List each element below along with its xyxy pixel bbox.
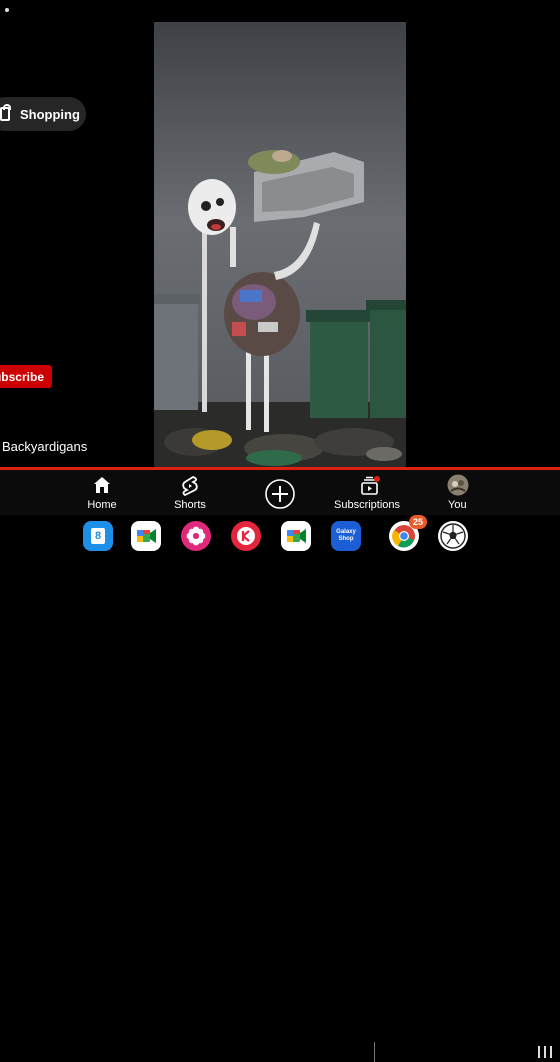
nav-subscriptions[interactable]: Subscriptions <box>334 470 404 515</box>
create-icon <box>265 479 295 509</box>
channel-name[interactable]: Backyardigans <box>2 439 87 454</box>
meet-app-icon[interactable] <box>131 521 161 551</box>
shorts-icon <box>182 476 198 496</box>
recent-apps-button[interactable] <box>538 1046 554 1058</box>
home-icon <box>94 477 110 493</box>
subscribe-button[interactable]: Subscribe <box>0 365 52 388</box>
status-indicator <box>5 8 9 12</box>
notification-dot <box>374 476 380 482</box>
soccer-app-icon[interactable] <box>438 521 468 551</box>
flower-icon <box>186 526 206 546</box>
video-player[interactable] <box>154 22 406 468</box>
video-camera-icon <box>287 529 306 543</box>
video-camera-icon <box>137 529 156 543</box>
nav-label-home: Home <box>87 499 117 511</box>
bottom-navigation: Home Shorts Subscriptions You <box>0 470 560 515</box>
nav-label-you: You <box>448 499 467 511</box>
dock-divider <box>374 1042 375 1062</box>
gallery-app-icon[interactable] <box>181 521 211 551</box>
nav-label-shorts: Shorts <box>174 499 206 511</box>
chrome-app-icon[interactable]: 25 <box>389 515 427 551</box>
nav-label-subscriptions: Subscriptions <box>334 499 401 511</box>
shopping-label: Shopping <box>20 106 80 122</box>
nav-shorts[interactable]: Shorts <box>170 470 210 515</box>
galaxy-shop-label: Galaxy Shop <box>336 529 356 542</box>
shopping-bag-icon <box>0 104 11 121</box>
avatar <box>447 474 469 496</box>
nav-home[interactable]: Home <box>82 470 122 515</box>
kinemaster-icon <box>237 527 255 545</box>
nav-create[interactable] <box>262 470 298 515</box>
soccer-ball-icon <box>440 523 466 549</box>
video-frame <box>154 22 406 468</box>
subscribe-label: Subscribe <box>0 369 44 384</box>
meet-app-2-icon[interactable] <box>281 521 311 551</box>
subscriptions-icon <box>361 476 380 495</box>
galaxy-shop-app-icon[interactable]: Galaxy Shop <box>331 521 361 551</box>
shopping-button[interactable]: Shopping <box>0 97 86 131</box>
calendar-app-icon[interactable]: 8 <box>83 521 113 551</box>
nav-you[interactable]: You <box>442 470 474 515</box>
calendar-day: 8 <box>91 528 105 544</box>
kinemaster-app-icon[interactable] <box>231 521 261 551</box>
app-dock: 8 Galaxy Shop 25 <box>0 515 560 1062</box>
chrome-badge: 25 <box>409 515 427 529</box>
